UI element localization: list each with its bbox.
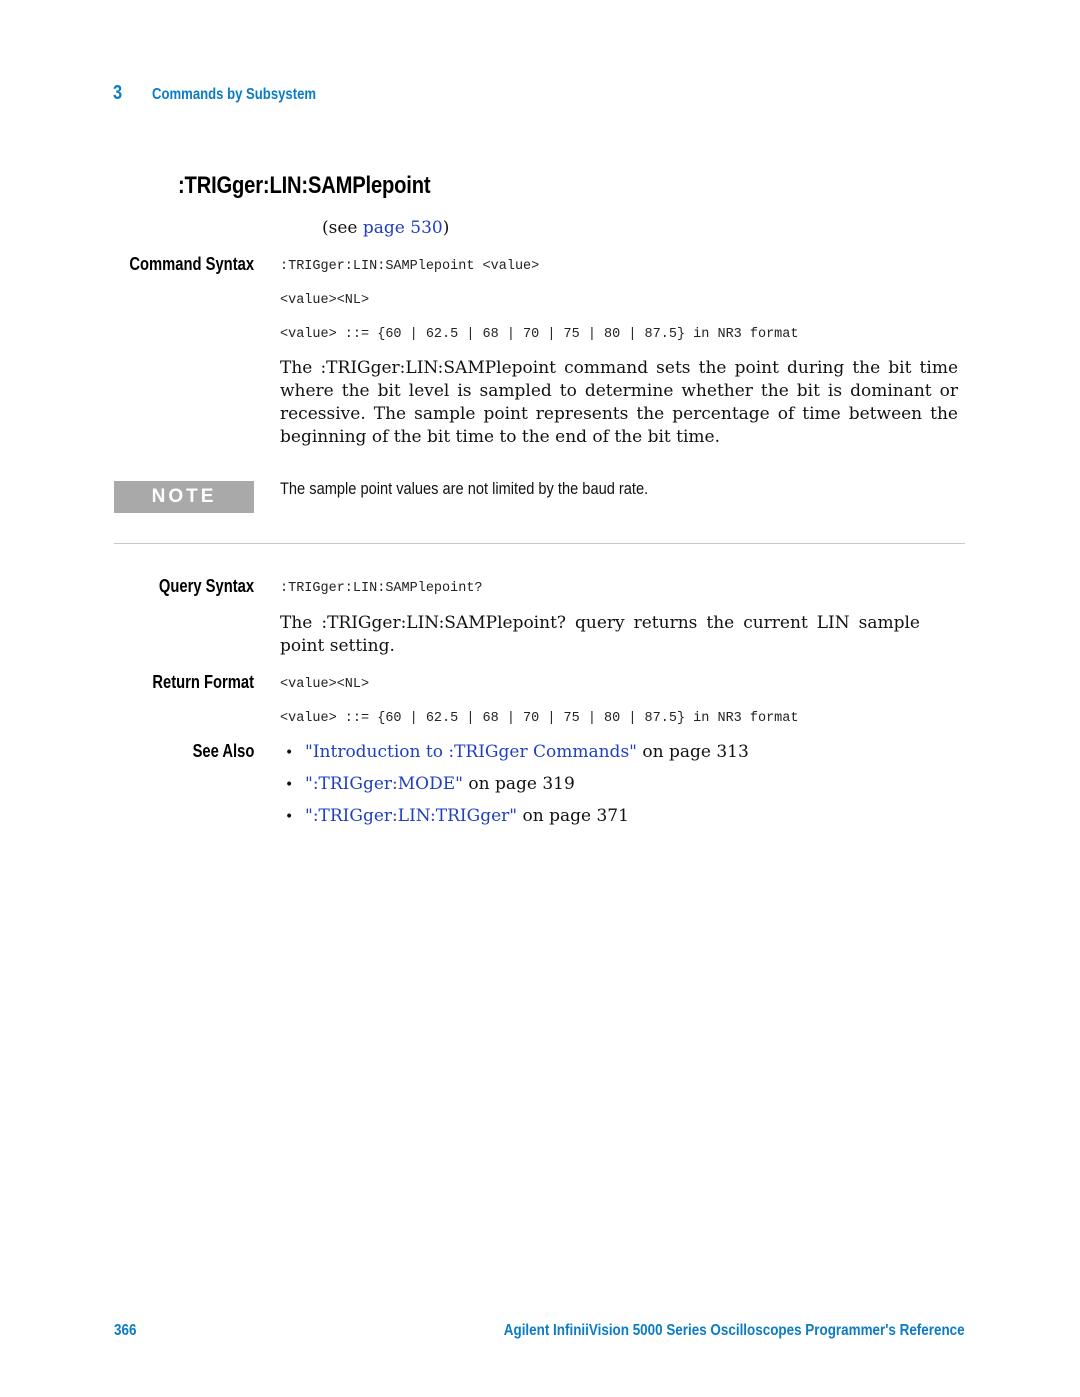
- note-badge: NOTE: [114, 481, 254, 513]
- command-value-range: <value> ::= {60 | 62.5 | 68 | 70 | 75 | …: [280, 327, 799, 342]
- see-also-page: on page 371: [517, 806, 629, 826]
- bullet-icon: •: [285, 777, 294, 793]
- see-suffix: ): [442, 218, 450, 238]
- see-also-label: See Also: [192, 741, 254, 761]
- see-also-link[interactable]: "Introduction to :TRIGger Commands": [305, 742, 637, 762]
- return-format-label: Return Format: [152, 672, 254, 692]
- see-also-link[interactable]: ":TRIGger:LIN:TRIGger": [305, 806, 517, 826]
- see-also-item: • ":TRIGger:MODE" on page 319: [285, 772, 749, 804]
- see-page-link[interactable]: page 530: [363, 218, 443, 238]
- chapter-number: 3: [113, 82, 123, 104]
- query-description: The :TRIGger:LIN:SAMPlepoint? query retu…: [280, 613, 920, 656]
- see-also-item: • "Introduction to :TRIGger Commands" on …: [285, 740, 749, 772]
- see-also-page: on page 319: [462, 774, 575, 794]
- return-value-line: <value><NL>: [280, 677, 370, 692]
- note-text: The sample point values are not limited …: [280, 479, 649, 498]
- query-syntax-label: Query Syntax: [158, 576, 254, 596]
- command-description: The :TRIGger:LIN:SAMPlepoint command set…: [280, 358, 958, 447]
- bullet-icon: •: [285, 809, 294, 825]
- return-value-range: <value> ::= {60 | 62.5 | 68 | 70 | 75 | …: [280, 711, 799, 726]
- bullet-icon: •: [285, 745, 294, 761]
- footer-page-number: 366: [114, 1322, 137, 1339]
- chapter-title: Commands by Subsystem: [152, 86, 317, 103]
- query-syntax-line: :TRIGger:LIN:SAMPlepoint?: [280, 581, 483, 596]
- footer-book-title: Agilent InfiniiVision 5000 Series Oscill…: [504, 1322, 965, 1339]
- see-prefix: (see: [322, 218, 363, 238]
- see-also-list: • "Introduction to :TRIGger Commands" on …: [285, 740, 749, 836]
- see-also-page: on page 313: [636, 742, 749, 762]
- see-also-item: • ":TRIGger:LIN:TRIGger" on page 371: [285, 804, 749, 836]
- see-page-reference: (see page 530): [322, 218, 449, 238]
- command-syntax-label: Command Syntax: [129, 254, 254, 274]
- see-also-link[interactable]: ":TRIGger:MODE": [305, 774, 463, 794]
- command-value-line: <value><NL>: [280, 293, 370, 308]
- divider: [114, 543, 965, 544]
- page-title: :TRIGger:LIN:SAMPlepoint: [178, 172, 431, 199]
- command-syntax-line: :TRIGger:LIN:SAMPlepoint <value>: [280, 259, 540, 274]
